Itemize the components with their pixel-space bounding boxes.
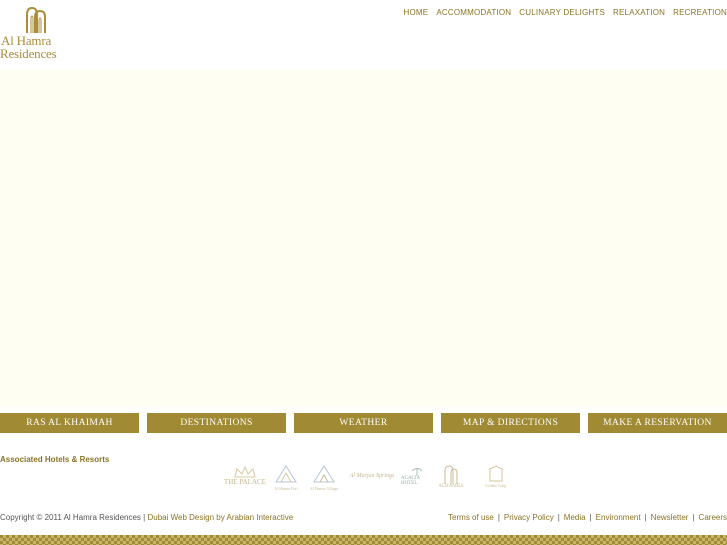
link-separator: | <box>497 513 500 522</box>
map-directions-button[interactable]: MAP & DIRECTIONS <box>441 413 580 433</box>
village-icon <box>313 464 335 482</box>
footer: Copyright © 2011 Al Hamra Residences | D… <box>0 513 727 525</box>
copyright-text: Copyright © 2011 Al Hamra Residences | <box>0 513 146 522</box>
logo[interactable]: Al Hamra Residences <box>0 7 76 65</box>
partner-logo-village[interactable]: Al Hamra Village <box>305 457 343 495</box>
arch-logo-icon <box>26 7 46 33</box>
crown-icon <box>234 466 256 478</box>
nav-recreation[interactable]: RECREATION <box>673 8 727 20</box>
copyright-line: Copyright © 2011 Al Hamra Residences | D… <box>0 513 293 522</box>
careers-link[interactable]: Careers <box>699 513 727 522</box>
link-separator: | <box>589 513 592 522</box>
web-design-credit-link[interactable]: Dubai Web Design by Arabian Interactive <box>147 513 293 522</box>
partner-logo-acacia[interactable]: ACACIA HOTEL <box>401 457 433 495</box>
environment-link[interactable]: Environment <box>596 513 641 522</box>
partner-logo-alhamra[interactable]: ALHAMRA <box>433 457 469 495</box>
nav-relaxation[interactable]: RELAXATION <box>613 8 665 20</box>
nav-home[interactable]: HOME <box>404 8 429 20</box>
top-navigation: HOME ACCOMMODATION CULINARY DELIGHTS REL… <box>404 8 727 20</box>
acacia-tree-icon <box>411 468 423 476</box>
partner-logo-palace[interactable]: THE PALACE <box>223 457 267 495</box>
associated-hotels-title: Associated Hotels & Resorts <box>0 455 110 464</box>
terms-of-use-link[interactable]: Terms of use <box>448 513 494 522</box>
link-separator: | <box>644 513 647 522</box>
feature-button-bar: RAS AL KHAIMAH DESTINATIONS WEATHER MAP … <box>0 413 727 433</box>
weather-button[interactable]: WEATHER <box>294 413 433 433</box>
partner-logo-golden-tulip[interactable]: Golden Tulip <box>473 457 518 495</box>
destinations-button[interactable]: DESTINATIONS <box>147 413 286 433</box>
hero-banner <box>0 70 727 407</box>
footer-links: Terms of use | Privacy Policy | Media | Enviro… <box>448 513 727 522</box>
nav-culinary-delights[interactable]: CULINARY DELIGHTS <box>519 8 605 20</box>
fort-icon <box>275 464 297 482</box>
partner-logo-springs[interactable]: Al Murjan Springs <box>343 457 401 495</box>
nav-accommodation[interactable]: ACCOMMODATION <box>436 8 511 20</box>
link-separator: | <box>557 513 560 522</box>
logo-wordmark: Al Hamra Residences <box>0 34 76 60</box>
logo-line-2: Residences <box>0 46 57 61</box>
newsletter-link[interactable]: Newsletter <box>651 513 689 522</box>
make-reservation-button[interactable]: MAKE A RESERVATION <box>588 413 727 433</box>
link-separator: | <box>692 513 695 522</box>
media-link[interactable]: Media <box>564 513 586 522</box>
partner-logo-fort[interactable]: Al Hamra Fort <box>267 457 305 495</box>
tulip-icon <box>489 464 502 481</box>
privacy-policy-link[interactable]: Privacy Policy <box>504 513 554 522</box>
decorative-pattern-strip <box>0 535 727 545</box>
partner-logos: THE PALACE Al Hamra Fort Al Hamra Villag… <box>223 457 518 495</box>
arch-icon <box>444 464 458 484</box>
ras-al-khaimah-button[interactable]: RAS AL KHAIMAH <box>0 413 139 433</box>
